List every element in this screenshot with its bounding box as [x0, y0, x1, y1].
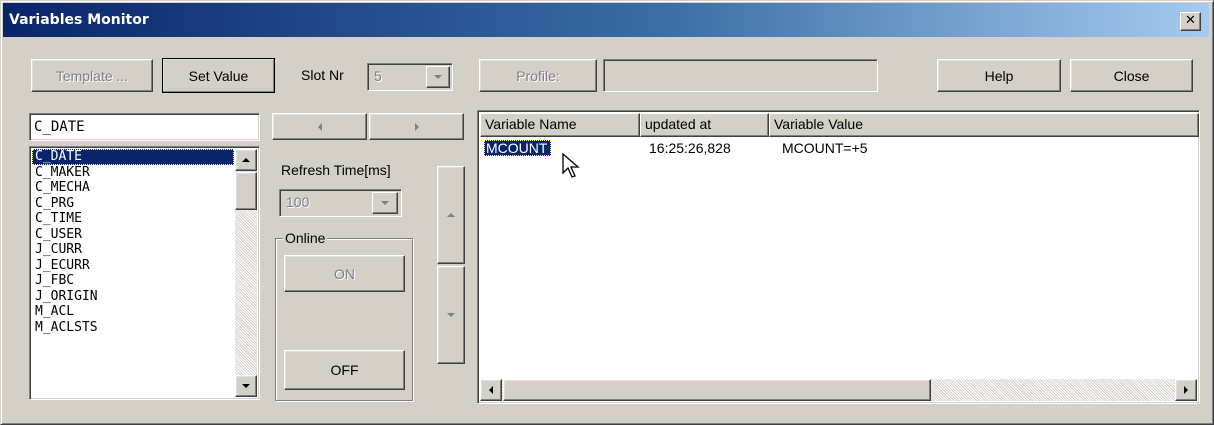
refresh-time-value: 100 [286, 194, 310, 210]
list-item[interactable]: J_ORIGIN [32, 289, 234, 305]
list-item[interactable]: M_ACL [32, 304, 234, 320]
scroll-rows-up-button[interactable] [437, 166, 465, 264]
scroll-thumb[interactable] [235, 172, 257, 210]
column-header-updated-at[interactable]: updated at [640, 113, 769, 137]
table-horizontal-scrollbar[interactable] [480, 379, 1197, 401]
prev-button[interactable] [272, 113, 367, 140]
variable-list-items: C_DATE C_MAKER C_MECHA C_PRG C_TIME C_USER J_C… [32, 149, 234, 335]
list-item[interactable]: J_CURR [32, 242, 234, 258]
online-off-button[interactable]: OFF [284, 350, 405, 390]
row-variable-name[interactable]: MCOUNT [484, 140, 552, 156]
next-button[interactable] [369, 113, 464, 140]
list-item[interactable]: C_DATE [32, 149, 234, 165]
arrow-right-icon [414, 122, 419, 131]
arrow-down-icon [447, 313, 455, 317]
list-item[interactable]: C_MAKER [32, 165, 234, 181]
variable-list[interactable]: C_DATE C_MAKER C_MECHA C_PRG C_TIME C_USER J_C… [29, 146, 260, 400]
variables-table[interactable]: Variable Name updated at Variable Value … [477, 110, 1200, 404]
slot-nr-label: Slot Nr [301, 67, 344, 83]
slot-dropdown-chevron-down-icon[interactable] [426, 66, 450, 88]
list-item[interactable]: M_ACLSTS [32, 320, 234, 336]
window-title: Variables Monitor [9, 12, 149, 28]
list-item[interactable]: C_TIME [32, 211, 234, 227]
set-value-button[interactable]: Set Value [162, 58, 275, 93]
list-item[interactable]: J_ECURR [32, 258, 234, 274]
close-icon[interactable]: ✕ [1180, 12, 1201, 31]
scroll-left-arrow-icon[interactable] [480, 379, 502, 401]
close-button[interactable]: Close [1070, 59, 1193, 92]
scroll-down-arrow-icon[interactable] [235, 375, 257, 397]
variable-search-field[interactable]: C_DATE [29, 113, 260, 141]
online-on-button[interactable]: ON [284, 255, 405, 292]
slot-nr-combobox[interactable]: 5 [367, 63, 453, 91]
profile-field[interactable] [603, 59, 878, 92]
help-button[interactable]: Help [937, 59, 1061, 92]
variable-list-scrollbar[interactable] [235, 149, 257, 397]
scroll-rows-down-button[interactable] [437, 266, 465, 364]
profile-button[interactable]: Profile: [479, 59, 597, 92]
title-bar[interactable]: Variables Monitor [3, 3, 1209, 37]
refresh-dropdown-chevron-down-icon[interactable] [372, 192, 398, 214]
column-header-variable-name[interactable]: Variable Name [480, 113, 640, 137]
list-item[interactable]: C_USER [32, 227, 234, 243]
template-button[interactable]: Template ... [31, 59, 153, 92]
table-row[interactable]: MCOUNT 16:25:26,828 MCOUNT=+5 [480, 139, 1197, 157]
mouse-pointer-icon [562, 153, 580, 178]
refresh-time-combobox[interactable]: 100 [279, 189, 402, 217]
search-value: C_DATE [34, 119, 85, 135]
list-item[interactable]: C_PRG [32, 196, 234, 212]
horizontal-scroll-thumb[interactable] [503, 379, 931, 401]
row-variable-value: MCOUNT=+5 [782, 140, 868, 156]
scroll-right-arrow-icon[interactable] [1175, 379, 1197, 401]
online-group-title: Online [283, 230, 328, 246]
arrow-left-icon [317, 122, 322, 131]
arrow-up-icon [447, 213, 455, 217]
slot-nr-value: 5 [374, 68, 382, 84]
column-header-variable-value[interactable]: Variable Value [769, 113, 1199, 137]
refresh-time-label: Refresh Time[ms] [281, 162, 391, 178]
scroll-up-arrow-icon[interactable] [235, 149, 257, 171]
row-updated-at: 16:25:26,828 [649, 140, 731, 156]
list-item[interactable]: J_FBC [32, 273, 234, 289]
list-item[interactable]: C_MECHA [32, 180, 234, 196]
